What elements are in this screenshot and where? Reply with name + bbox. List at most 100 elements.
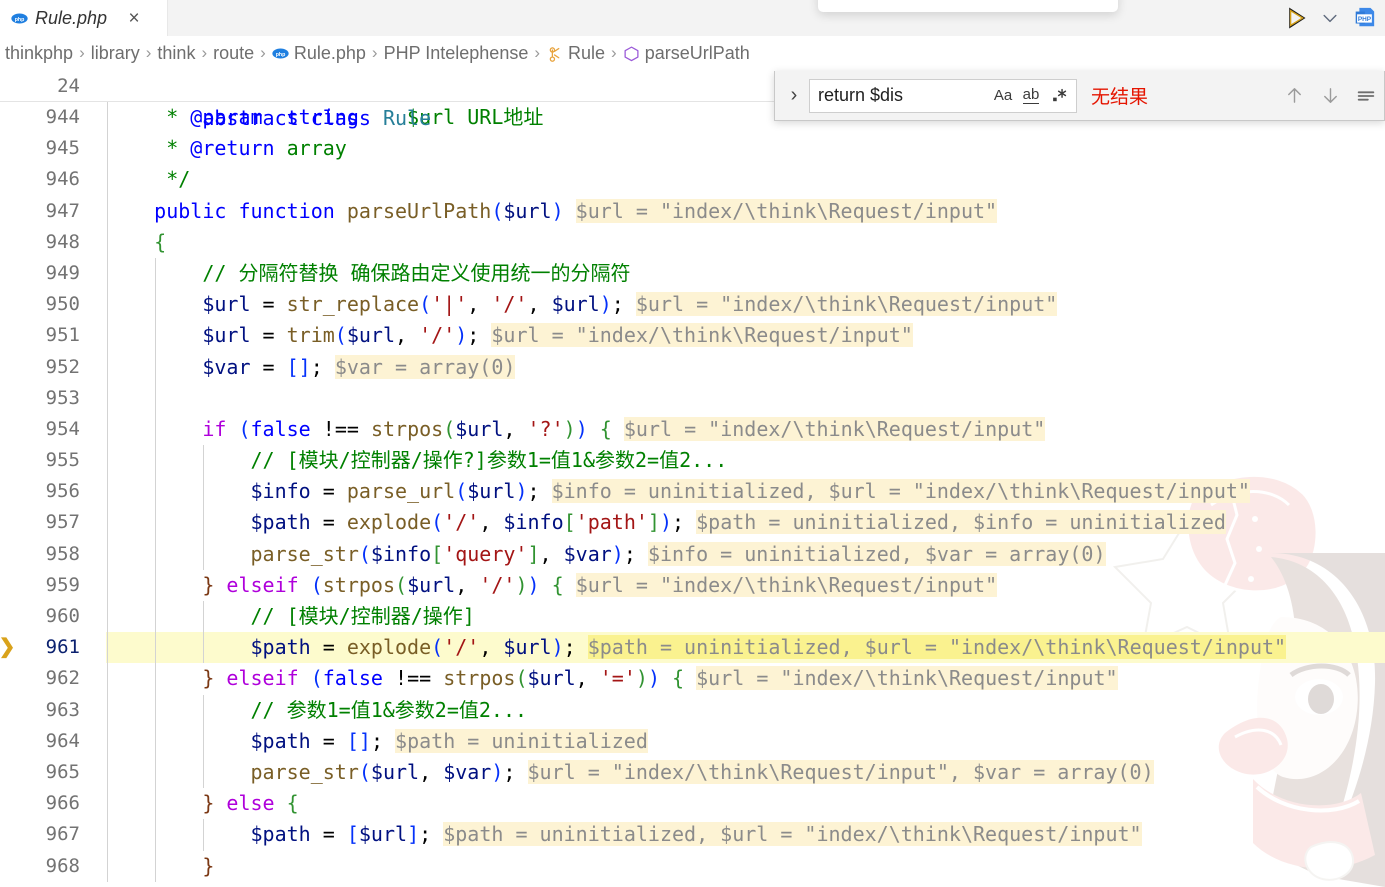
code-line-text: $path = explode('/', $url); $path = unin… [106,632,1287,663]
code-token: [ [431,541,444,566]
breadcrumb-item-2[interactable]: think [155,43,197,64]
line-number: 968 [45,854,80,877]
code-line-text: parse_str($info['query'], $var); $info =… [106,539,1106,570]
find-option-group: Aa ab [990,83,1072,109]
code-token: = [250,292,287,317]
code-line[interactable]: 955 // [模块/控制器/操作?]参数1=值1&参数2=值2... [0,445,1385,477]
line-number: 966 [45,792,80,815]
code-token: $var [443,759,492,784]
code-line[interactable]: 954 if (false !== strpos($url, '?')) { $… [0,413,1385,446]
code-line[interactable]: 951 $url = trim($url, '/'); $url = "inde… [0,320,1385,352]
inline-debug-value: $url = "index/\think\Request/input" [491,323,913,348]
code-line[interactable]: ❯ 961 $path = explode('/', $url); $path =… [0,632,1385,664]
split-editor-php-button[interactable]: PHP [1349,3,1379,33]
code-token: $url [202,323,251,348]
line-number: 952 [45,355,80,378]
code-token: , [419,759,444,784]
code-line[interactable]: 959 } elseif (strpos($url, '/')) { $url … [0,569,1385,601]
breadcrumb-separator: › [260,43,266,62]
editor-tab-rule-php[interactable]: php Rule.php × [0,0,168,36]
code-token: [] [286,354,311,379]
quick-input-widget[interactable] [818,0,1118,12]
line-number: 951 [45,324,80,347]
vscode-window: php Rule.php × PHP thinkphp › library › … [0,0,1385,887]
code-token: } [202,791,215,816]
code-line[interactable]: 965 parse_str($url, $var); $url = "index… [0,756,1385,789]
code-line[interactable]: 952 $var = []; $var = array(0) [0,351,1385,383]
code-line[interactable]: 960 // [模块/控制器/操作] [0,601,1385,633]
code-token: ( [310,666,323,691]
close-icon[interactable]: × [123,9,145,28]
line-number: 963 [45,698,80,721]
code-token: = [250,323,287,348]
php-file-icon: php [11,13,28,23]
code-token: ) [575,416,588,441]
run-options-chevron[interactable] [1315,3,1345,33]
find-input-box[interactable]: Aa ab [809,78,1077,113]
code-token: ] [527,541,540,566]
code-line[interactable]: 947 public function parseUrlPath($url) $… [0,195,1385,227]
inline-debug-value: $var = array(0) [334,354,516,379]
code-line[interactable]: 956 $info = parse_url($url); $info = uni… [0,476,1385,508]
code-line[interactable]: 966 } else { [0,788,1385,820]
find-in-selection-button[interactable] [1352,82,1380,110]
next-match-button[interactable] [1316,82,1344,110]
code-line[interactable]: 953 [0,382,1385,414]
code-token: ( [334,323,347,348]
line-number: 961 [45,636,80,659]
code-token: } [202,853,215,878]
code-token: ) [647,666,660,691]
inline-debug-value: $info = uninitialized, $var = array(0) [647,541,1106,566]
breadcrumb: thinkphp › library › think › route › php… [0,36,1385,70]
code-token: ( [491,198,504,223]
code-line[interactable]: 957 $path = explode('/', $info['path']);… [0,507,1385,539]
use-regex-toggle[interactable] [1046,83,1072,109]
code-line[interactable]: 946 */ [0,164,1385,196]
breadcrumb-item-7[interactable]: parseUrlPath [621,43,752,64]
breadcrumb-item-3[interactable]: route [211,43,256,64]
match-whole-word-toggle[interactable]: ab [1018,83,1044,109]
code-token: = [250,354,287,379]
code-token: // [模块/控制器/操作?]参数1=值1&参数2=值2... [250,448,728,473]
run-button[interactable] [1281,3,1311,33]
breadcrumb-item-4[interactable]: php Rule.php [270,43,368,64]
code-token: ( [358,541,371,566]
code-token: , [575,666,600,691]
code-token: ; [623,541,636,566]
code-line[interactable]: 962 } elseif (false !== strpos($url, '='… [0,663,1385,695]
breadcrumb-item-1[interactable]: library [89,43,142,64]
previous-match-button[interactable] [1280,82,1308,110]
code-line[interactable]: 964 $path = []; $path = uninitialized [0,725,1385,757]
line-number: 948 [45,230,80,253]
token: abstract [202,106,299,130]
match-case-toggle[interactable]: Aa [990,83,1016,109]
code-token: parse_url [346,479,456,504]
code-token: = [310,635,347,660]
breadcrumb-item-0[interactable]: thinkphp [3,43,75,64]
code-token: , [395,323,420,348]
code-line[interactable]: 967 $path = [$url]; $path = uninitialize… [0,819,1385,851]
code-token: , [467,292,492,317]
code-token: '|' [431,292,468,317]
code-line[interactable]: 958 parse_str($info['query'], $var); $in… [0,538,1385,570]
toggle-replace-chevron-icon[interactable]: › [781,79,807,113]
code-line[interactable]: 950 $url = str_replace('|', '/', $url); … [0,289,1385,321]
breadcrumb-item-5[interactable]: PHP Intelephense [382,43,531,64]
search-input[interactable] [818,85,990,106]
code-line[interactable]: 968 } [0,850,1385,882]
code-token: $path [250,822,311,847]
code-line[interactable]: 949 // 分隔符替换 确保路由定义使用统一的分隔符 [0,257,1385,290]
code-line[interactable]: 963 // 参数1=值1&参数2=值2... [0,694,1385,726]
breadcrumb-item-6[interactable]: Rule [544,43,607,64]
code-token: ( [310,572,323,597]
code-token: $url [527,666,576,691]
code-editor[interactable]: 944 * @param string $url URL地址 945 * @ret… [0,102,1385,887]
code-line[interactable]: 948 { [0,226,1385,258]
code-token: $var [202,354,251,379]
code-token: '/' [491,292,528,317]
